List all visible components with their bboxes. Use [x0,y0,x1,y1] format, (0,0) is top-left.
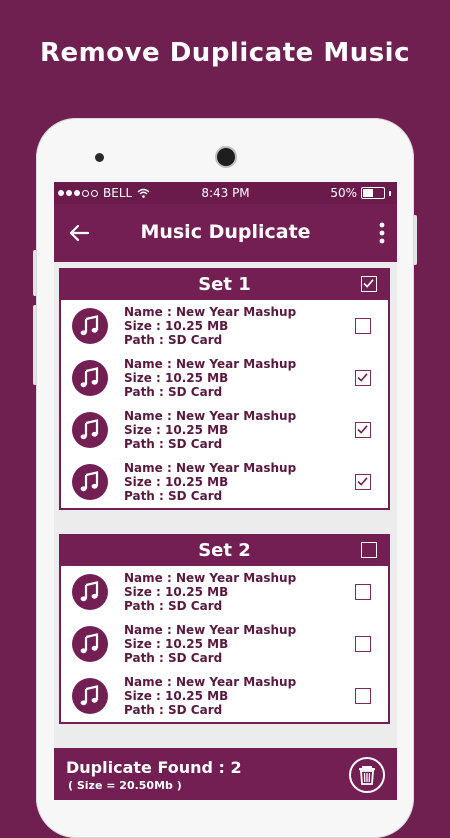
music-note-icon [72,360,108,396]
song-path: Path : SD Card [124,651,296,665]
music-note-icon [72,678,108,714]
song-details: Name : New Year MashupSize : 10.25 MBPat… [124,571,296,613]
status-right: 50% [330,186,391,200]
set-title: Set 1 [61,274,388,295]
status-bar: BELL 8:43 PM 50% [54,182,397,204]
song-details: Name : New Year MashupSize : 10.25 MBPat… [124,409,296,451]
song-checkbox[interactable] [355,370,371,386]
song-size: Size : 10.25 MB [124,423,296,437]
song-size: Size : 10.25 MB [124,637,296,651]
song-path: Path : SD Card [124,385,296,399]
summary-footer: Duplicate Found : 2 ( Size = 20.50Mb ) [54,748,397,800]
song-checkbox[interactable] [355,422,371,438]
song-name: Name : New Year Mashup [124,461,296,475]
checkmark-icon [356,423,369,436]
song-row[interactable]: Name : New Year MashupSize : 10.25 MBPat… [61,300,388,352]
song-path: Path : SD Card [124,437,296,451]
song-size: Size : 10.25 MB [124,585,296,599]
duplicate-size: ( Size = 20.50Mb ) [68,779,182,792]
set-header: Set 2 [61,536,388,566]
song-row[interactable]: Name : New Year MashupSize : 10.25 MBPat… [61,456,388,508]
song-details: Name : New Year MashupSize : 10.25 MBPat… [124,357,296,399]
song-size: Size : 10.25 MB [124,371,296,385]
trash-icon [351,759,383,791]
song-row[interactable]: Name : New Year MashupSize : 10.25 MBPat… [61,352,388,404]
music-note-icon [72,308,108,344]
music-note-icon [72,574,108,610]
music-note-icon [72,412,108,448]
song-name: Name : New Year Mashup [124,571,296,585]
overflow-menu-button[interactable] [377,220,387,246]
earpiece-icon [217,148,235,166]
music-note-icon [72,626,108,662]
music-note-icon [72,626,108,662]
set-title: Set 2 [61,540,388,561]
song-checkbox[interactable] [355,474,371,490]
music-note-icon [72,412,108,448]
battery-tip [389,191,391,196]
song-path: Path : SD Card [124,599,296,613]
song-row[interactable]: Name : New Year MashupSize : 10.25 MBPat… [61,404,388,456]
song-name: Name : New Year Mashup [124,305,296,319]
music-note-icon [72,678,108,714]
song-size: Size : 10.25 MB [124,475,296,489]
song-row[interactable]: Name : New Year MashupSize : 10.25 MBPat… [61,670,388,722]
song-name: Name : New Year Mashup [124,623,296,637]
music-note-icon [72,464,108,500]
song-checkbox[interactable] [355,636,371,652]
song-row[interactable]: Name : New Year MashupSize : 10.25 MBPat… [61,618,388,670]
set-header: Set 1 [61,270,388,300]
song-details: Name : New Year MashupSize : 10.25 MBPat… [124,461,296,503]
battery-percent: 50% [330,186,357,200]
song-checkbox[interactable] [355,688,371,704]
duplicate-set-card: Set 1Name : New Year MashupSize : 10.25 … [59,268,390,510]
front-camera-icon [95,153,104,162]
select-all-checkbox[interactable] [361,276,377,292]
song-name: Name : New Year Mashup [124,675,296,689]
battery-icon [361,187,385,199]
song-path: Path : SD Card [124,333,296,347]
music-note-icon [72,464,108,500]
duplicate-count: Duplicate Found : 2 [66,758,242,777]
song-path: Path : SD Card [124,489,296,503]
song-size: Size : 10.25 MB [124,689,296,703]
song-details: Name : New Year MashupSize : 10.25 MBPat… [124,623,296,665]
promo-headline: Remove Duplicate Music [0,38,450,68]
app-bar: Music Duplicate [54,204,397,262]
song-details: Name : New Year MashupSize : 10.25 MBPat… [124,305,296,347]
delete-button[interactable] [349,757,385,793]
battery-level [363,189,373,197]
music-note-icon [72,360,108,396]
song-checkbox[interactable] [355,584,371,600]
song-details: Name : New Year MashupSize : 10.25 MBPat… [124,675,296,717]
song-path: Path : SD Card [124,703,296,717]
music-note-icon [72,308,108,344]
checkmark-icon [356,475,369,488]
song-size: Size : 10.25 MB [124,319,296,333]
song-name: Name : New Year Mashup [124,409,296,423]
checkmark-icon [356,371,369,384]
song-checkbox[interactable] [355,318,371,334]
music-note-icon [72,574,108,610]
page-title: Music Duplicate [54,221,397,243]
song-name: Name : New Year Mashup [124,357,296,371]
song-row[interactable]: Name : New Year MashupSize : 10.25 MBPat… [61,566,388,618]
checkmark-icon [362,277,375,290]
phone-screen: BELL 8:43 PM 50% Music Duplicate [54,182,397,800]
duplicate-set-card: Set 2Name : New Year MashupSize : 10.25 … [59,534,390,724]
select-all-checkbox[interactable] [361,542,377,558]
more-vertical-icon [377,220,387,246]
